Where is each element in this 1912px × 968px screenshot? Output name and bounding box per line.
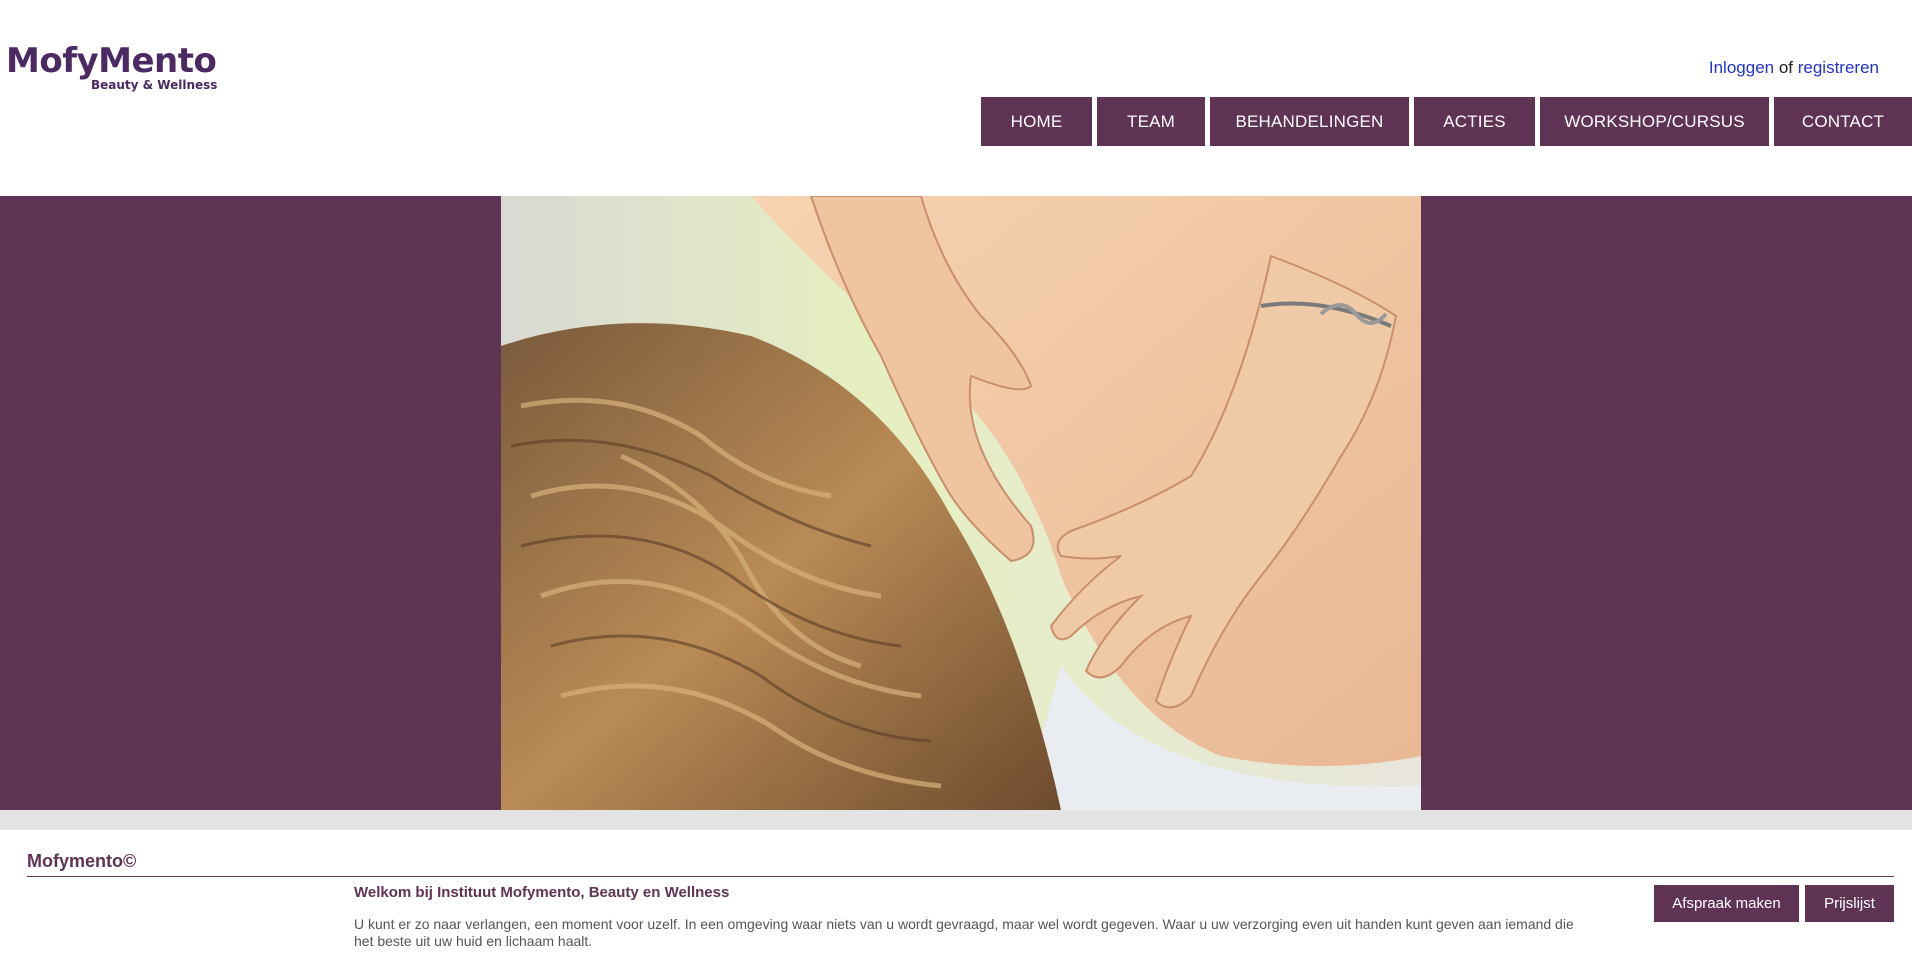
section-divider bbox=[27, 876, 1894, 877]
welcome-heading: Welkom bij Instituut Mofymento, Beauty e… bbox=[354, 884, 730, 901]
hero-massage-image bbox=[501, 196, 1421, 810]
pricelist-button[interactable]: Prijslijst bbox=[1805, 885, 1894, 922]
appointment-button[interactable]: Afspraak maken bbox=[1654, 885, 1799, 922]
hero-banner bbox=[0, 196, 1912, 810]
nav-item-home[interactable]: HOME bbox=[981, 97, 1092, 146]
nav-item-team[interactable]: TEAM bbox=[1097, 97, 1205, 146]
nav-item-behandelingen[interactable]: BEHANDELINGEN bbox=[1210, 97, 1409, 146]
nav-item-workshop-cursus[interactable]: WORKSHOP/CURSUS bbox=[1540, 97, 1769, 146]
section-brand-title: Mofymento© bbox=[27, 851, 137, 871]
logo-tagline: Beauty & Wellness bbox=[91, 78, 218, 92]
auth-links: Inloggen of registreren bbox=[1709, 58, 1879, 78]
register-link[interactable]: registreren bbox=[1798, 58, 1879, 77]
decorative-band bbox=[0, 810, 1912, 830]
main-nav: HOME TEAM BEHANDELINGEN ACTIES WORKSHOP/… bbox=[981, 97, 1912, 146]
nav-item-contact[interactable]: CONTACT bbox=[1774, 97, 1912, 146]
login-link[interactable]: Inloggen bbox=[1709, 58, 1774, 77]
content-section: Mofymento© Welkom bij Instituut Mofyment… bbox=[6, 830, 1912, 968]
welcome-paragraph: U kunt er zo naar verlangen, een moment … bbox=[354, 916, 1574, 949]
logo-wordmark: MofyMento bbox=[6, 41, 217, 81]
site-logo[interactable]: MofyMento Beauty & Wellness bbox=[6, 41, 217, 92]
auth-separator: of bbox=[1774, 58, 1798, 77]
nav-item-acties[interactable]: ACTIES bbox=[1414, 97, 1535, 146]
massage-photo bbox=[501, 196, 1421, 810]
